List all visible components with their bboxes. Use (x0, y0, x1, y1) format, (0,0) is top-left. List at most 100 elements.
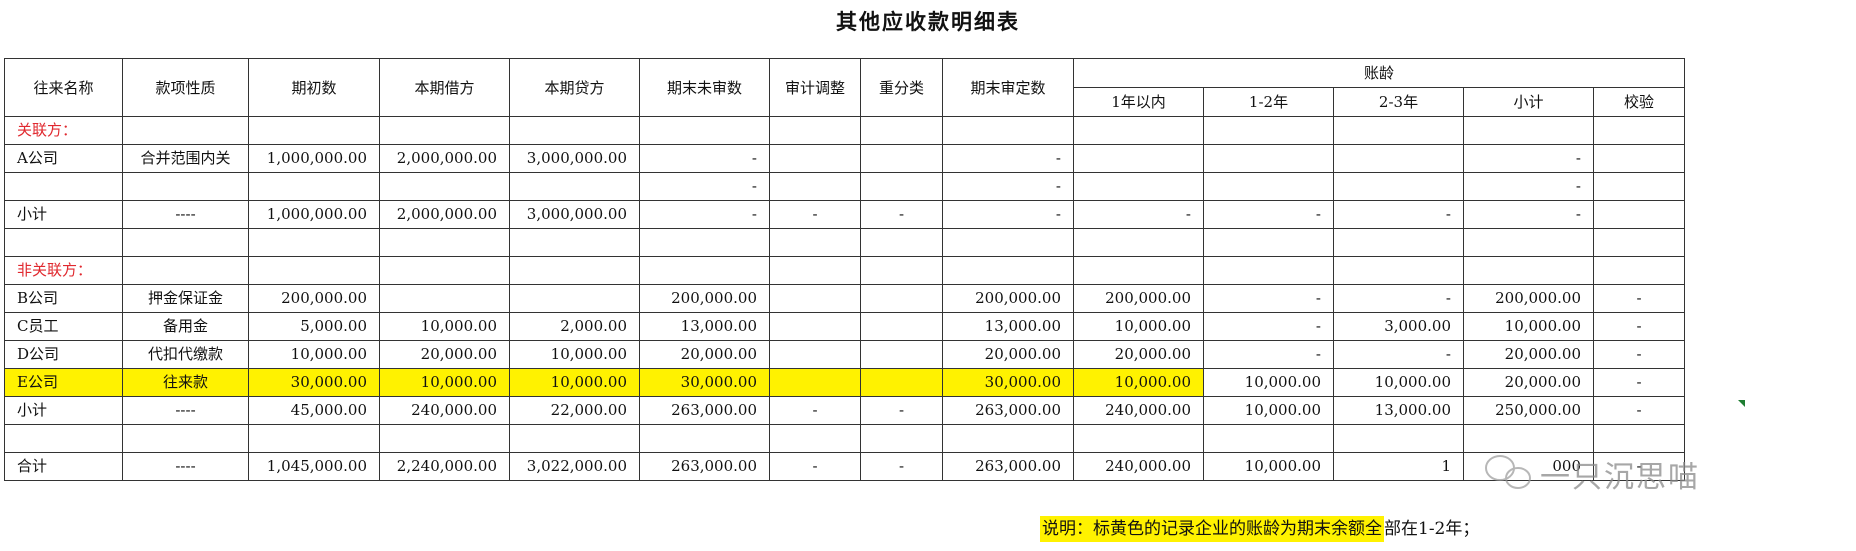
table-cell (769, 116, 861, 145)
table-row: C员工 备用金 5,000.00 10,000.00 2,000.00 13,000.00… (4, 312, 1685, 341)
table-cell (1073, 256, 1204, 285)
header-audit-adjustment: 审计调整 (769, 58, 861, 117)
watermark-text: 一只沉思喵 (1540, 460, 1700, 495)
table-cell (1203, 424, 1334, 453)
cell-reclass (860, 284, 943, 313)
cell-audit-adj: - (769, 200, 861, 229)
table-cell (639, 228, 770, 257)
cell-debit: 10,000.00 (379, 368, 510, 397)
cell-debit: 10,000.00 (379, 312, 510, 341)
cell-name: C员工 (4, 312, 123, 341)
cell-y12 (1203, 144, 1334, 173)
cell-audit-adj (769, 144, 861, 173)
cell-credit: 22,000.00 (509, 396, 640, 425)
table-cell (379, 116, 510, 145)
table-cell (1073, 424, 1204, 453)
blank-row (4, 424, 1685, 453)
cell-nature: ---- (122, 396, 249, 425)
table-cell (860, 256, 943, 285)
table-cell (1203, 116, 1334, 145)
subtotal-row: 小计 ---- 1,000,000.00 2,000,000.00 3,000,000.… (4, 200, 1685, 229)
cell-y12: 10,000.00 (1203, 396, 1334, 425)
cell-y1 (1073, 172, 1204, 201)
cell-audit-adj: - (769, 452, 861, 481)
cell-name: 小计 (4, 396, 123, 425)
cell-credit (509, 284, 640, 313)
blank-row (4, 228, 1685, 257)
total-row: 合计 ---- 1,045,000.00 2,240,000.00 3,022,000.… (4, 452, 1685, 481)
table-cell (1333, 256, 1464, 285)
section-row-related: 关联方： (4, 116, 1685, 145)
cell-y23: - (1333, 284, 1464, 313)
cell-unaudited: 200,000.00 (639, 284, 770, 313)
header-opening: 期初数 (248, 58, 380, 117)
table-cell (379, 424, 510, 453)
cell-y1: - (1073, 200, 1204, 229)
cell-check: - (1593, 340, 1685, 369)
table-cell (248, 424, 380, 453)
cell-unaudited: - (639, 172, 770, 201)
cell-unaudited: 263,000.00 (639, 452, 770, 481)
table-cell (639, 256, 770, 285)
cell-debit (379, 172, 510, 201)
cell-audit-adj (769, 368, 861, 397)
table-cell (1593, 256, 1685, 285)
cell-audit-adj: - (769, 396, 861, 425)
cell-nature: 押金保证金 (122, 284, 249, 313)
note-text: 部在1-2年； (1384, 519, 1480, 539)
cell-credit (509, 172, 640, 201)
table-cell (4, 424, 123, 453)
table-cell (1463, 116, 1594, 145)
header-nature: 款项性质 (122, 58, 249, 117)
table-cell (509, 228, 640, 257)
cell-sub: - (1463, 144, 1594, 173)
cell-y1: 200,000.00 (1073, 284, 1204, 313)
cell-name: B公司 (4, 284, 123, 313)
cell-reclass (860, 144, 943, 173)
cell-audited: 263,000.00 (942, 452, 1074, 481)
cell-audited: - (942, 144, 1074, 173)
table-cell (942, 228, 1074, 257)
cell-y23: 3,000.00 (1333, 312, 1464, 341)
cell-audit-adj (769, 172, 861, 201)
cell-opening: 1,000,000.00 (248, 200, 380, 229)
header-unaudited: 期末未审数 (639, 58, 770, 117)
table-cell (122, 256, 249, 285)
cell-unaudited: - (639, 144, 770, 173)
cell-audited: - (942, 200, 1074, 229)
table-cell (1593, 228, 1685, 257)
cell-y1: 240,000.00 (1073, 396, 1204, 425)
cell-credit: 2,000.00 (509, 312, 640, 341)
header-audited: 期末审定数 (942, 58, 1074, 117)
table-cell (942, 116, 1074, 145)
cell-reclass (860, 368, 943, 397)
cell-debit: 2,240,000.00 (379, 452, 510, 481)
cell-reclass: - (860, 396, 943, 425)
table-cell (769, 424, 861, 453)
section-label: 关联方： (4, 116, 123, 145)
cell-opening: 30,000.00 (248, 368, 380, 397)
cell-reclass: - (860, 452, 943, 481)
table-cell (769, 228, 861, 257)
cell-nature: 往来款 (122, 368, 249, 397)
table-cell (1333, 116, 1464, 145)
header-aging-2-3y: 2-3年 (1333, 87, 1464, 117)
cell-y1: 20,000.00 (1073, 340, 1204, 369)
table-cell (122, 116, 249, 145)
cell-unaudited: - (639, 200, 770, 229)
cell-reclass: - (860, 200, 943, 229)
cell-y23: - (1333, 340, 1464, 369)
cell-nature: ---- (122, 452, 249, 481)
cell-check (1593, 144, 1685, 173)
cell-check: - (1593, 368, 1685, 397)
header-aging-1-2y: 1-2年 (1203, 87, 1334, 117)
cell-audited: 200,000.00 (942, 284, 1074, 313)
cell-sub: 10,000.00 (1463, 312, 1594, 341)
cell-name: 合计 (4, 452, 123, 481)
table-cell (860, 228, 943, 257)
table-cell (509, 256, 640, 285)
table-row: B公司 押金保证金 200,000.00 200,000.00 200,000.00 20… (4, 284, 1685, 313)
cell-sub: 250,000.00 (1463, 396, 1594, 425)
cell-nature: 合并范围内关 (122, 144, 249, 173)
cell-unaudited: 20,000.00 (639, 340, 770, 369)
